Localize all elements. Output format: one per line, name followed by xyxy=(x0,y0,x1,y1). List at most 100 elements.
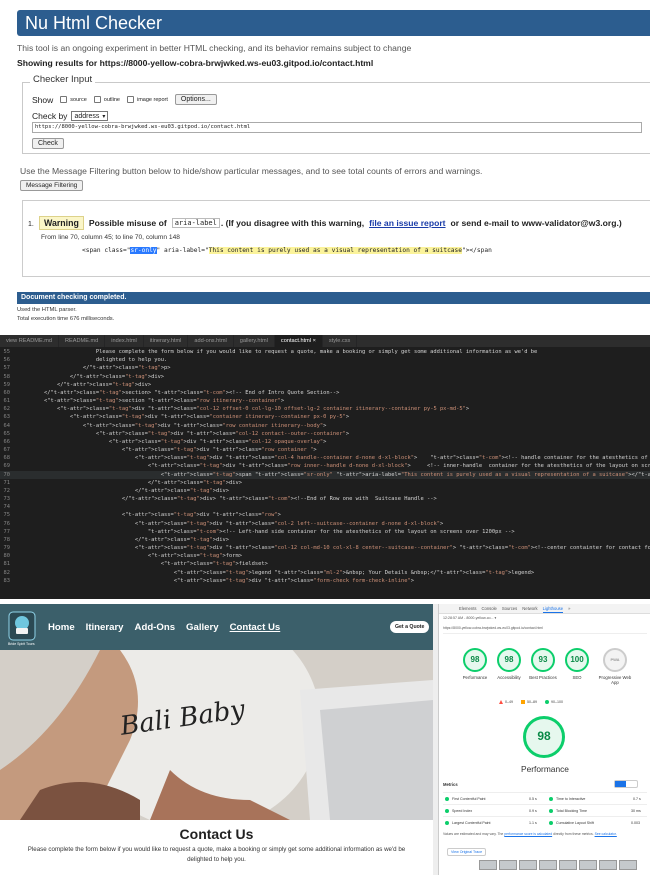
editor-tab[interactable]: itinerary.html xyxy=(144,335,189,347)
tab-lighthouse[interactable]: Lighthouse xyxy=(542,604,564,613)
performance-label: Performance xyxy=(462,675,488,680)
code-line[interactable]: 62 <"t-attr">class="t-tag">div "t-attr">… xyxy=(0,405,650,413)
nav-add-ons[interactable]: Add-Ons xyxy=(135,622,176,633)
code-line[interactable]: 58 </"t-attr">class="t-tag">div> xyxy=(0,373,650,381)
code-line[interactable]: 77 "t-attr">class="t-com"><!-- Left-hand… xyxy=(0,528,650,536)
editor-tab[interactable]: README.md xyxy=(59,335,106,347)
report-selector[interactable]: 12:28:57 AM - 8000-yellow-co... ▾ xyxy=(443,616,496,620)
score-legend: 0–49 50–89 90–100 xyxy=(499,700,563,705)
tab-sources[interactable]: Sources xyxy=(502,604,517,613)
url-input[interactable]: https://8000-yellow-cobra-brwjwked.ws-eu… xyxy=(32,122,642,133)
code-line[interactable]: 69 <"t-attr">class="t-tag">div "t-attr">… xyxy=(0,462,650,470)
check-by-select[interactable]: address ▾ xyxy=(71,111,109,121)
see-calculator-link[interactable]: See calculator. xyxy=(595,832,617,836)
message-filtering-button[interactable]: Message Filtering xyxy=(20,180,84,191)
code-line[interactable]: 80 <"t-attr">class="t-tag">form> xyxy=(0,552,650,560)
image-report-checkbox[interactable] xyxy=(127,96,134,103)
metric-cls-value: 0.003 xyxy=(631,821,640,825)
legend-average: 50–89 xyxy=(521,700,537,705)
editor-tab[interactable]: gallery.html xyxy=(234,335,275,347)
get-a-quote-button[interactable]: Get a Quote xyxy=(390,621,430,633)
file-issue-link[interactable]: file an issue report xyxy=(369,218,445,228)
code-line[interactable]: 72 </"t-attr">class="t-tag">div> xyxy=(0,487,650,495)
line-number: 63 xyxy=(3,414,11,421)
extract-highlight: This content is purely used as a visual … xyxy=(208,247,462,254)
metric-lcp-value: 1.1 s xyxy=(529,821,537,825)
line-number: 77 xyxy=(3,528,11,535)
line-text: Please complete the form below if you wo… xyxy=(18,349,538,355)
options-button[interactable]: Options... xyxy=(174,94,217,105)
view-original-trace-button[interactable]: View Original Trace xyxy=(447,848,487,856)
performance-gauge: 98 xyxy=(463,648,487,672)
tab-network[interactable]: Network xyxy=(522,604,537,613)
score-pwa[interactable]: PWA Progressive Web App xyxy=(597,648,633,685)
line-text: <"t-attr">class="t-tag">div "t-attr">cla… xyxy=(18,406,470,413)
code-line[interactable]: 60 </"t-attr">class="t-tag">section> "t-… xyxy=(0,389,650,397)
code-line[interactable]: 61 <"t-attr">class="t-tag">section "t-at… xyxy=(0,397,650,405)
score-best-practices[interactable]: 93 Best Practices xyxy=(525,648,561,680)
code-line[interactable]: 71 </"t-attr">class="t-tag">div> xyxy=(0,479,650,487)
score-performance[interactable]: 98 Performance xyxy=(457,648,493,680)
code-line[interactable]: 57 </"t-attr">class="t-tag">p> xyxy=(0,364,650,372)
code-line[interactable]: 82 <"t-attr">class="t-tag">legend "t-att… xyxy=(0,569,650,577)
check-button[interactable]: Check xyxy=(32,138,64,149)
line-number: 59 xyxy=(3,381,11,388)
code-line[interactable]: 59 </"t-attr">class="t-tag">div> xyxy=(0,381,650,389)
line-text: </"t-attr">class="t-tag">section> "t-att… xyxy=(18,389,340,396)
line-number: 79 xyxy=(3,545,11,552)
code-line[interactable]: 56 delighted to help you. xyxy=(0,356,650,364)
filmstrip-frame xyxy=(539,860,557,870)
nav-itinerary[interactable]: Itinerary xyxy=(86,622,124,633)
code-line[interactable]: 67 <"t-attr">class="t-tag">div "t-attr">… xyxy=(0,446,650,454)
logo-icon[interactable] xyxy=(8,611,36,641)
line-text: <"t-attr">class="t-tag">div "t-attr">cla… xyxy=(18,430,350,437)
report-url: https://8000-yellow-cobra-brwjwked.ws-eu… xyxy=(443,626,647,634)
editor-tab[interactable]: view README.md xyxy=(0,335,60,347)
line-number: 65 xyxy=(3,430,11,437)
metrics-view-toggle[interactable] xyxy=(614,780,638,788)
code-line[interactable]: 68 <"t-attr">class="t-tag">div "t-attr">… xyxy=(0,454,650,462)
source-checkbox[interactable] xyxy=(60,96,68,103)
code-line[interactable]: 78 </"t-attr">class="t-tag">div> xyxy=(0,536,650,544)
code-line[interactable]: 75 <"t-attr">class="t-tag">div "t-attr">… xyxy=(0,511,650,519)
tab-console[interactable]: Console xyxy=(481,604,496,613)
tab-elements[interactable]: Elements xyxy=(459,604,476,613)
warning-location: From line 70, column 45; to line 70, col… xyxy=(41,234,180,241)
tab-more[interactable]: » xyxy=(568,604,570,613)
editor-tab[interactable]: add-ons.html xyxy=(188,335,234,347)
code-line[interactable]: 83 <"t-attr">class="t-tag">div "t-attr">… xyxy=(0,577,650,585)
legend-fail: 0–49 xyxy=(499,700,513,705)
code-line[interactable]: 81 <"t-attr">class="t-tag">fieldset> xyxy=(0,560,650,568)
nav-gallery[interactable]: Gallery xyxy=(186,622,219,633)
code-line[interactable]: 66 <"t-attr">class="t-tag">div "t-attr">… xyxy=(0,438,650,446)
score-accessibility[interactable]: 98 Accessibility xyxy=(491,648,527,680)
metric-cls-label: Cumulative Layout Shift xyxy=(556,821,594,825)
nav-contact-us[interactable]: Contact Us xyxy=(230,622,281,633)
pass-icon xyxy=(549,821,553,825)
code-line[interactable]: 79 <"t-attr">class="t-tag">div "t-attr">… xyxy=(0,544,650,552)
line-text: <"t-attr">class="t-tag">div "t-attr">cla… xyxy=(18,422,327,429)
code-line[interactable]: 76 <"t-attr">class="t-tag">div "t-attr">… xyxy=(0,520,650,528)
code-line[interactable]: 74 xyxy=(0,503,650,511)
contact-intro-line-2: delighted to help you. xyxy=(187,856,246,863)
editor-tab[interactable]: index.html xyxy=(105,335,144,347)
editor-tab[interactable]: style.css xyxy=(323,335,358,347)
code-line[interactable]: 55 Please complete the form below if you… xyxy=(0,348,650,356)
code-line[interactable]: 64 <"t-attr">class="t-tag">div "t-attr">… xyxy=(0,422,650,430)
code-line[interactable]: 73 </"t-attr">class="t-tag">div> "t-attr… xyxy=(0,495,650,503)
metric-fcp-value: 0.5 s xyxy=(529,797,537,801)
code-line[interactable]: 63 <"t-attr">class="t-tag">div "t-attr">… xyxy=(0,413,650,421)
code-line[interactable]: 65 <"t-attr">class="t-tag">div "t-attr">… xyxy=(0,430,650,438)
code-line[interactable]: 70 <"t-attr">class="t-tag">span "t-attr"… xyxy=(0,470,650,479)
editor-tab[interactable]: contact.html × xyxy=(274,335,323,347)
metric-tbt-label: Total Blocking Time xyxy=(556,809,587,813)
line-number: 64 xyxy=(3,422,11,429)
contact-title: Contact Us xyxy=(179,826,254,842)
score-seo[interactable]: 100 SEO xyxy=(559,648,595,680)
line-text: <"t-attr">class="t-tag">fieldset> xyxy=(18,561,268,568)
seo-gauge: 100 xyxy=(565,648,589,672)
outline-checkbox[interactable] xyxy=(93,96,101,103)
nav-home[interactable]: Home xyxy=(48,622,75,633)
best-practices-label: Best Practices xyxy=(529,675,557,680)
score-calculated-link[interactable]: performance score is calculated xyxy=(504,832,552,836)
